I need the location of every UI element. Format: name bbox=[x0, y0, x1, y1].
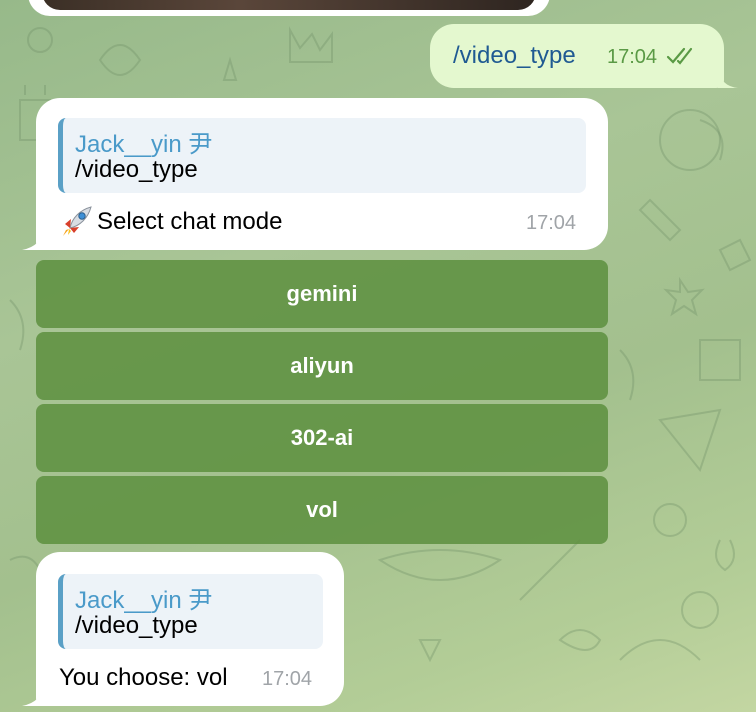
rocket-icon bbox=[63, 206, 92, 236]
message-time: 17:04 bbox=[262, 668, 313, 690]
bubble-tail bbox=[718, 68, 738, 88]
media-message-partial[interactable] bbox=[28, 0, 550, 16]
reply-quote-text: /video_type bbox=[75, 612, 198, 639]
reply-quote[interactable]: Jack__yin 尹 /video_type bbox=[58, 118, 586, 193]
message-text: You choose: vol bbox=[59, 664, 228, 691]
message-time: 17:04 bbox=[607, 46, 658, 68]
outgoing-message[interactable]: /video_type 17:04 bbox=[430, 24, 738, 88]
keyboard-button-aliyun[interactable]: aliyun bbox=[36, 332, 608, 400]
message-time: 17:04 bbox=[526, 212, 577, 234]
bubble-tail bbox=[22, 684, 44, 706]
keyboard-button-302-ai[interactable]: 302-ai bbox=[36, 404, 608, 472]
reply-sender-name: Jack__yin 尹 bbox=[75, 131, 213, 158]
command-link[interactable]: /video_type bbox=[453, 42, 576, 70]
reply-quote-text: /video_type bbox=[75, 156, 198, 183]
media-thumbnail bbox=[42, 0, 536, 10]
reply-quote[interactable]: Jack__yin 尹 /video_type bbox=[58, 574, 323, 649]
bot-message-select-mode[interactable]: Jack__yin 尹 /video_type Select chat mode… bbox=[22, 98, 608, 250]
double-check-icon bbox=[666, 47, 693, 65]
reply-sender-name: Jack__yin 尹 bbox=[75, 587, 213, 614]
message-text: Select chat mode bbox=[97, 208, 283, 235]
keyboard-button-vol[interactable]: vol bbox=[36, 476, 608, 544]
bubble-tail bbox=[22, 228, 44, 250]
keyboard-button-gemini[interactable]: gemini bbox=[36, 260, 608, 328]
bot-message-choice[interactable]: Jack__yin 尹 /video_type You choose: vol … bbox=[22, 552, 344, 706]
